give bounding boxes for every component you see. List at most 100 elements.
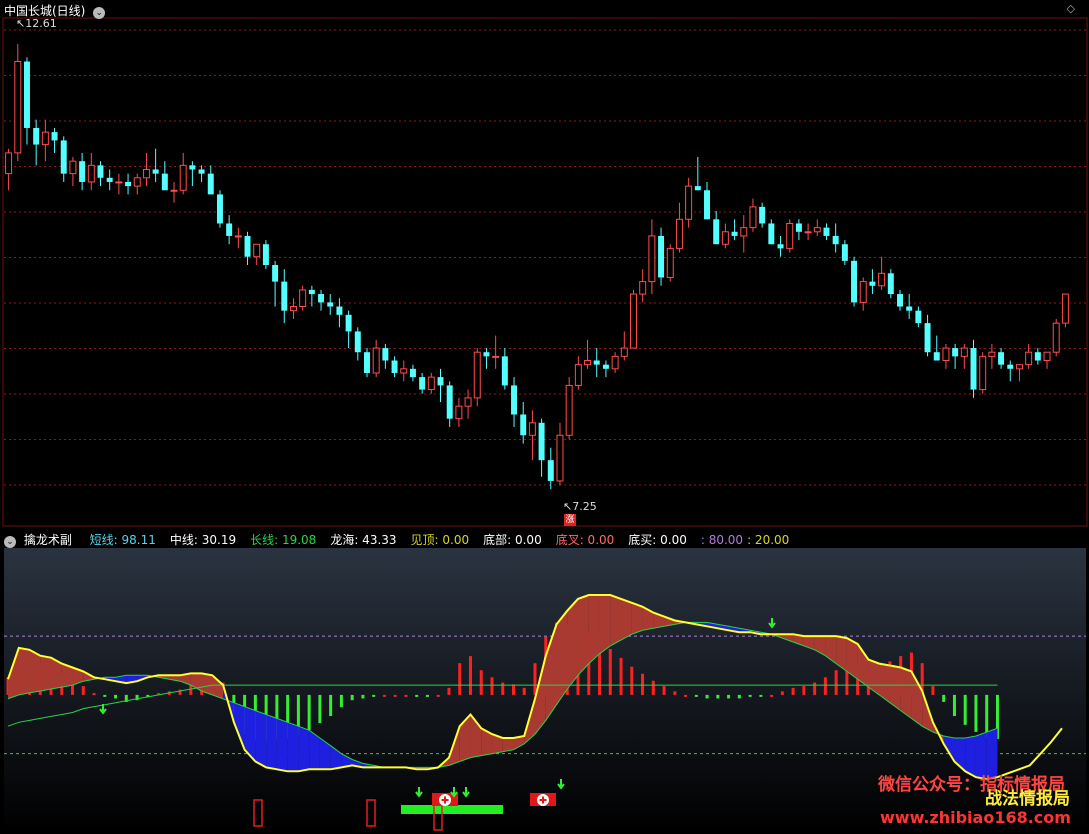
candle-body bbox=[658, 235, 665, 278]
candle-body bbox=[520, 414, 527, 436]
histogram-bar bbox=[339, 694, 343, 708]
candle-body bbox=[574, 364, 582, 386]
candle-body bbox=[216, 194, 223, 224]
candle-body bbox=[234, 235, 242, 238]
histogram-bar bbox=[533, 663, 537, 695]
candle-body bbox=[998, 352, 1005, 365]
histogram-bar bbox=[501, 682, 505, 695]
histogram-bar bbox=[350, 694, 354, 701]
candle-body bbox=[455, 405, 463, 420]
histogram-bar bbox=[673, 691, 677, 695]
candle-body bbox=[51, 132, 58, 141]
candle-body bbox=[473, 351, 481, 399]
band-fill bbox=[599, 595, 611, 654]
histogram-bar bbox=[770, 694, 774, 697]
histogram-bar bbox=[608, 649, 612, 695]
candle-body bbox=[804, 231, 812, 234]
candle-body bbox=[675, 218, 683, 249]
histogram-bar bbox=[393, 694, 397, 697]
candle-body bbox=[446, 385, 453, 419]
candle-body bbox=[685, 185, 693, 220]
candle-body bbox=[740, 227, 748, 237]
candle-body bbox=[327, 302, 334, 307]
candle-body bbox=[5, 152, 13, 175]
candle-body bbox=[878, 272, 886, 287]
candle-body bbox=[391, 360, 398, 373]
candle-body bbox=[639, 281, 647, 295]
candle-body bbox=[207, 173, 214, 195]
histogram-bar bbox=[103, 694, 107, 697]
candle-body bbox=[189, 165, 196, 170]
chart-canvas bbox=[2, 17, 1088, 832]
histogram-bar bbox=[791, 687, 795, 695]
candle-body bbox=[179, 164, 187, 191]
panel-collapse-icon[interactable]: ◇ bbox=[1067, 1, 1075, 15]
band-fill bbox=[631, 602, 643, 635]
level-label: : 20.00 bbox=[747, 533, 790, 547]
candle-body bbox=[593, 360, 600, 365]
candle-body bbox=[198, 169, 205, 174]
candle-body bbox=[262, 244, 269, 265]
candle-body bbox=[106, 177, 113, 182]
candle-body bbox=[142, 168, 150, 179]
histogram-bar bbox=[780, 691, 784, 695]
candle-body bbox=[777, 244, 784, 249]
band-fill bbox=[298, 726, 310, 772]
candle-body bbox=[1007, 364, 1014, 369]
band-fill bbox=[610, 595, 622, 646]
candle-body bbox=[970, 348, 977, 390]
histogram-bar bbox=[92, 693, 96, 696]
candle-body bbox=[768, 223, 775, 245]
candle-body bbox=[437, 377, 444, 386]
indicator-name[interactable]: 擒龙术副 bbox=[24, 533, 72, 547]
candle-body bbox=[813, 227, 821, 233]
histogram-bar bbox=[942, 694, 946, 702]
candle-body bbox=[299, 289, 307, 308]
candle-body bbox=[942, 347, 950, 362]
collapse-chevron-icon[interactable]: ⌄ bbox=[93, 7, 106, 19]
candle-body bbox=[924, 323, 931, 353]
band-fill bbox=[276, 718, 288, 772]
histogram-bar bbox=[727, 694, 731, 699]
histogram-bar bbox=[651, 680, 655, 695]
candle-body bbox=[253, 243, 261, 258]
main-panel-title[interactable]: 中国长城(日线) bbox=[4, 4, 85, 18]
indicator-legend: 短线: 98.11 中线: 30.19 长线: 19.08 龙海: 43.33 见顶: … bbox=[90, 533, 794, 547]
candle-body bbox=[115, 181, 123, 184]
histogram-bar bbox=[662, 686, 666, 695]
histogram-bar bbox=[458, 663, 462, 695]
candle-body bbox=[721, 231, 729, 245]
candle-body bbox=[79, 161, 86, 182]
candle-body bbox=[666, 247, 674, 278]
candle-body bbox=[538, 422, 545, 461]
candle-body bbox=[584, 360, 592, 366]
sub-panel-toggle-icon[interactable]: ⌄ bbox=[4, 536, 16, 548]
band-fill bbox=[578, 595, 589, 676]
candle-body bbox=[713, 219, 720, 245]
histogram-bar bbox=[468, 656, 472, 695]
candle-body bbox=[832, 235, 839, 245]
histogram-bar bbox=[81, 686, 85, 695]
candle-body bbox=[1025, 351, 1033, 366]
legend-item: 短线: 98.11 bbox=[89, 533, 156, 547]
candlestick-series bbox=[5, 44, 1069, 490]
candle-body bbox=[289, 306, 297, 312]
candle-body bbox=[226, 223, 233, 236]
histogram-bar bbox=[361, 694, 365, 699]
candle-body bbox=[979, 355, 987, 391]
band-fill bbox=[18, 647, 30, 695]
candle-body bbox=[556, 434, 564, 482]
histogram-bar bbox=[963, 694, 967, 725]
histogram-bar bbox=[823, 677, 827, 695]
candle-body bbox=[648, 235, 656, 283]
candle-body bbox=[933, 352, 940, 361]
legend-item: 底买: 0.00 bbox=[628, 533, 687, 547]
candle-body bbox=[795, 223, 802, 232]
histogram-bar bbox=[425, 694, 429, 697]
candle-body bbox=[952, 348, 959, 357]
band-fill bbox=[900, 667, 912, 719]
candle-body bbox=[749, 206, 757, 229]
candle-body bbox=[869, 281, 876, 286]
candle-body bbox=[528, 422, 536, 436]
candle-body bbox=[272, 265, 279, 282]
